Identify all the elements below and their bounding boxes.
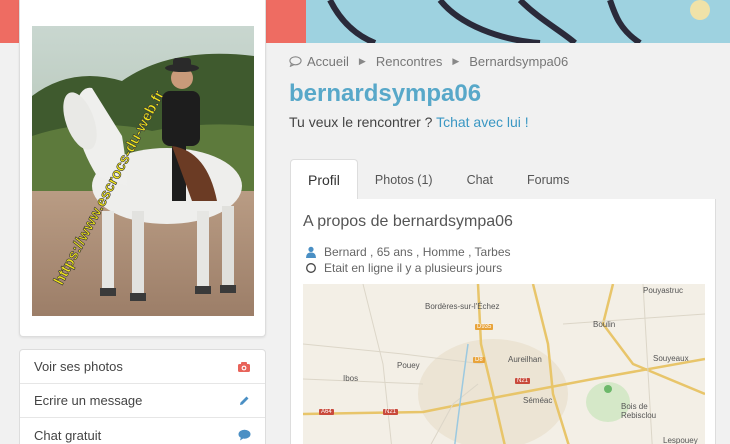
- profile-panel: A propos de bernardsympa06 Bernard , 65 …: [290, 199, 716, 444]
- write-message-label: Ecrire un message: [34, 393, 143, 408]
- map-label: Ibos: [343, 374, 359, 383]
- online-status: Etait en ligne il y a plusieurs jours: [324, 261, 503, 275]
- tagline: Tu veux le rencontrer ? Tchat avec lui !: [289, 114, 529, 130]
- profile-photo[interactable]: https://www.escrocs-du-web.fr: [32, 26, 254, 316]
- user-icon: [305, 246, 317, 258]
- chat-with-him-link[interactable]: Tchat avec lui !: [436, 114, 529, 130]
- map-label: Pouey: [397, 361, 420, 370]
- write-message-button[interactable]: Ecrire un message: [20, 384, 265, 418]
- status-circle-icon: [305, 262, 317, 274]
- breadcrumb-section-link[interactable]: Rencontres: [376, 54, 442, 69]
- location-map[interactable]: Bordères-sur-l'Échez Pouyastruc Boulin A…: [303, 284, 705, 444]
- road-badge: N21: [383, 409, 399, 415]
- road-badge: D8: [473, 357, 485, 363]
- pencil-icon: [237, 394, 251, 408]
- tab-chat[interactable]: Chat: [450, 159, 510, 200]
- profile-photo-card: https://www.escrocs-du-web.fr: [19, 0, 266, 337]
- breadcrumb-home-link[interactable]: Accueil: [307, 54, 349, 69]
- map-label: Séméac: [523, 396, 553, 405]
- profile-tabs: Profil Photos (1) Chat Forums: [290, 159, 716, 201]
- chat-outline-icon: [289, 56, 302, 67]
- profile-details-row: Bernard , 65 ans , Homme , Tarbes: [305, 245, 511, 259]
- road-badge: A64: [319, 409, 334, 415]
- chevron-right-icon: ▶: [452, 56, 460, 66]
- map-label: Souyeaux: [653, 354, 689, 363]
- about-title: A propos de bernardsympa06: [303, 213, 513, 230]
- breadcrumb-current: Bernardsympa06: [469, 54, 569, 69]
- map-label: Pouyastruc: [643, 286, 684, 295]
- road-badge: D935: [475, 324, 494, 330]
- chat-bubble-icon: [237, 428, 251, 442]
- map-roads: [303, 284, 705, 444]
- map-label: Aureilhan: [508, 355, 542, 364]
- breadcrumb: Accueil ▶ Rencontres ▶ Bernardsympa06: [289, 54, 568, 69]
- free-chat-button[interactable]: Chat gratuit: [20, 418, 265, 444]
- map-label: Bois de Rebisclou: [621, 402, 657, 420]
- page-title: bernardsympa06: [289, 80, 482, 107]
- view-photos-button[interactable]: Voir ses photos: [20, 350, 265, 384]
- map-label: Lespouey: [663, 436, 698, 444]
- profile-details: Bernard , 65 ans , Homme , Tarbes: [324, 245, 511, 259]
- road-badge: N21: [515, 378, 531, 384]
- tagline-text: Tu veux le rencontrer ?: [289, 114, 437, 130]
- camera-icon: [237, 360, 251, 374]
- tab-photos[interactable]: Photos (1): [358, 159, 450, 200]
- chevron-right-icon: ▶: [358, 56, 366, 66]
- tab-forums[interactable]: Forums: [510, 159, 586, 200]
- online-status-row: Etait en ligne il y a plusieurs jours: [305, 261, 502, 275]
- profile-actions: Voir ses photos Ecrire un message Chat g…: [19, 349, 266, 444]
- map-label: Boulin: [593, 320, 616, 329]
- view-photos-label: Voir ses photos: [34, 359, 123, 374]
- tab-profil[interactable]: Profil: [290, 159, 358, 201]
- map-label: Bordères-sur-l'Échez: [425, 302, 500, 311]
- free-chat-label: Chat gratuit: [34, 427, 102, 443]
